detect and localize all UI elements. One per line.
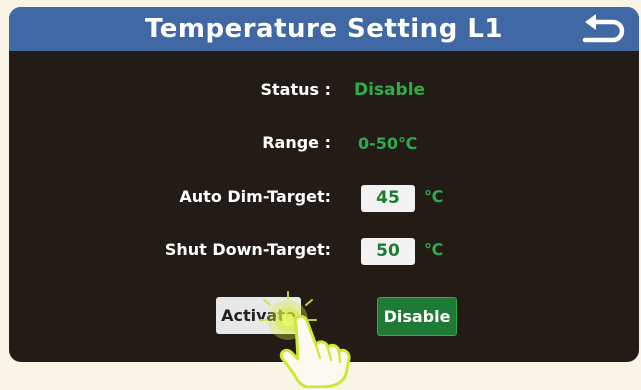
shut-down-unit: ℃	[424, 240, 444, 259]
shut-down-input[interactable]: 50	[361, 238, 415, 265]
auto-dim-unit: ℃	[424, 187, 444, 206]
shut-down-label: Shut Down-Target:	[164, 240, 331, 259]
settings-panel: Temperature Setting L1 Status : Disable …	[9, 7, 639, 362]
status-label: Status :	[260, 80, 332, 99]
page-title: Temperature Setting L1	[144, 14, 504, 44]
auto-dim-input[interactable]: 45	[361, 185, 415, 212]
activate-button[interactable]: Activate	[216, 297, 301, 334]
auto-dim-label: Auto Dim-Target:	[179, 187, 331, 206]
range-value: 0-50℃	[358, 134, 418, 153]
range-label: Range :	[262, 133, 331, 152]
back-arrow-icon	[582, 14, 625, 43]
header-bar: Temperature Setting L1	[9, 7, 639, 51]
disable-button[interactable]: Disable	[377, 297, 457, 336]
status-value: Disable	[354, 80, 426, 100]
back-button[interactable]	[577, 13, 629, 45]
